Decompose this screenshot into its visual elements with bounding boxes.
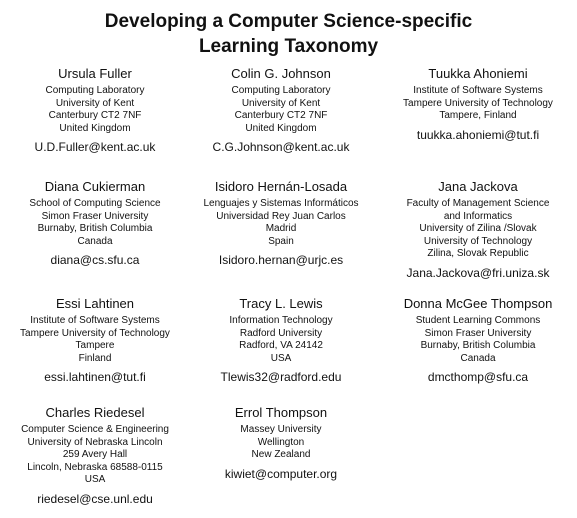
author-affiliation-line: Finland bbox=[78, 352, 112, 364]
author-affiliation-line: Massey University bbox=[240, 424, 322, 435]
paper-title-line-1: Developing a Computer Science-specific bbox=[104, 11, 473, 32]
author-block-charles-riedesel: Charles Riedesel Computer Science & Engi… bbox=[0, 405, 190, 507]
author-affiliation-line: School of Computing Science bbox=[29, 198, 161, 209]
author-block-tuukka-ahoniemi: Tuukka Ahoniemi Institute of Software Sy… bbox=[383, 66, 573, 143]
author-affiliation-line: United Kingdom bbox=[245, 122, 317, 134]
author-email: tuukka.ahoniemi@tut.fi bbox=[416, 127, 540, 142]
author-affiliation-line: Radford University bbox=[239, 327, 323, 339]
author-affiliation-line: Tampere bbox=[75, 340, 115, 351]
paper-title: Developing a Computer Science-specific L… bbox=[0, 9, 577, 59]
author-affiliation-line: Burnaby, British Columbia bbox=[37, 223, 153, 234]
author-affiliation-line: Tampere, Finland bbox=[439, 110, 517, 121]
author-affiliation-line: University of Kent bbox=[55, 97, 135, 109]
author-name: Diana Cukierman bbox=[44, 179, 146, 194]
author-email: U.D.Fuller@kent.ac.uk bbox=[34, 140, 156, 154]
author-name: Essi Lahtinen bbox=[55, 296, 135, 311]
author-affiliation-line: Simon Fraser University bbox=[424, 327, 532, 339]
author-block-essi-lahtinen: Essi Lahtinen Institute of Software Syst… bbox=[0, 296, 190, 385]
author-name: Tuukka Ahoniemi bbox=[428, 66, 528, 81]
author-affiliation-line: Lenguajes y Sistemas Informáticos bbox=[203, 198, 359, 209]
author-email: riedesel@cse.unl.edu bbox=[37, 491, 153, 506]
author-affiliation-line: Computer Science & Engineering bbox=[21, 424, 169, 435]
author-affiliation-line: Spain bbox=[268, 235, 294, 247]
author-affiliation-line: Burnaby, British Columbia bbox=[420, 340, 536, 351]
author-name: Isidoro Hernán-Losada bbox=[214, 179, 348, 194]
author-affiliation-line: Information Technology bbox=[229, 315, 333, 326]
author-affiliation-line: Institute of Software Systems bbox=[30, 315, 160, 326]
author-block-tracy-lewis: Tracy L. Lewis Information Technology Ra… bbox=[186, 296, 376, 385]
author-affiliation-line: Computing Laboratory bbox=[231, 85, 331, 96]
author-email: diana@cs.sfu.ca bbox=[50, 253, 140, 267]
author-name: Donna McGee Thompson bbox=[403, 296, 553, 311]
author-block-ursula-fuller: Ursula Fuller Computing Laboratory Unive… bbox=[0, 66, 190, 155]
author-affiliation-line: Canada bbox=[460, 352, 496, 364]
author-affiliation-line: Tampere University of Technology bbox=[403, 97, 553, 109]
author-email: essi.lahtinen@tut.fi bbox=[44, 370, 146, 384]
author-affiliation-line: University of Kent bbox=[241, 97, 321, 109]
author-email: Jana.Jackova@fri.uniza.sk bbox=[406, 265, 550, 280]
author-affiliation-line: Wellington bbox=[257, 436, 305, 448]
paper-title-line-2: Learning Taxonomy bbox=[198, 36, 379, 57]
author-affiliation-line: University of Nebraska Lincoln bbox=[27, 436, 163, 448]
author-name: Colin G. Johnson bbox=[231, 66, 331, 81]
author-block-diana-cukierman: Diana Cukierman School of Computing Scie… bbox=[0, 179, 190, 268]
author-email: C.G.Johnson@kent.ac.uk bbox=[212, 140, 350, 154]
author-affiliation-line: New Zealand bbox=[251, 449, 311, 460]
author-affiliation-line: University of Technology bbox=[423, 235, 533, 247]
author-affiliation-line: Canterbury CT2 7NF bbox=[234, 110, 328, 121]
author-block-donna-mcgee-thompson: Donna McGee Thompson Student Learning Co… bbox=[383, 296, 573, 385]
author-affiliation-line: Tampere University of Technology bbox=[20, 327, 170, 339]
author-affiliation-line: USA bbox=[84, 474, 106, 485]
author-email: dmcthomp@sfu.ca bbox=[427, 370, 529, 384]
author-affiliation-line: Student Learning Commons bbox=[415, 315, 541, 326]
author-name: Tracy L. Lewis bbox=[239, 296, 323, 311]
author-affiliation-line: Universidad Rey Juan Carlos bbox=[216, 210, 346, 222]
author-affiliation-line: University of Zilina /Slovak bbox=[419, 223, 537, 234]
author-email: kiwiet@computer.org bbox=[224, 466, 338, 481]
author-affiliation-line: 259 Avery Hall bbox=[62, 449, 128, 460]
author-block-jana-jackova: Jana Jackova Faculty of Management Scien… bbox=[383, 179, 573, 281]
author-block-errol-thompson: Errol Thompson Massey University Welling… bbox=[186, 405, 376, 482]
author-affiliation-line: Canterbury CT2 7NF bbox=[48, 110, 142, 121]
author-affiliation-line: and Informatics bbox=[443, 210, 513, 222]
author-affiliation-line: Zilina, Slovak Republic bbox=[427, 248, 529, 259]
author-affiliation-line: Computing Laboratory bbox=[45, 85, 145, 96]
author-name: Charles Riedesel bbox=[45, 405, 145, 420]
author-affiliation-line: United Kingdom bbox=[59, 122, 131, 134]
author-affiliation-line: Radford, VA 24142 bbox=[239, 340, 323, 351]
author-affiliation-line: Canada bbox=[77, 235, 113, 247]
author-affiliation-line: Madrid bbox=[265, 223, 297, 234]
author-name: Errol Thompson bbox=[234, 405, 328, 420]
author-name: Jana Jackova bbox=[438, 179, 518, 194]
author-affiliation-line: Lincoln, Nebraska 68588-0115 bbox=[27, 461, 163, 473]
author-affiliation-line: USA bbox=[270, 352, 292, 364]
author-affiliation-line: Institute of Software Systems bbox=[413, 85, 543, 96]
author-affiliation-line: Simon Fraser University bbox=[41, 210, 149, 222]
author-affiliation-line: Faculty of Management Science bbox=[406, 198, 550, 209]
author-email: Tlewis32@radford.edu bbox=[220, 370, 342, 384]
author-block-isidoro-hernan-losada: Isidoro Hernán-Losada Lenguajes y Sistem… bbox=[186, 179, 376, 268]
author-email: Isidoro.hernan@urjc.es bbox=[218, 253, 344, 267]
author-name: Ursula Fuller bbox=[58, 66, 132, 81]
author-block-colin-johnson: Colin G. Johnson Computing Laboratory Un… bbox=[186, 66, 376, 155]
